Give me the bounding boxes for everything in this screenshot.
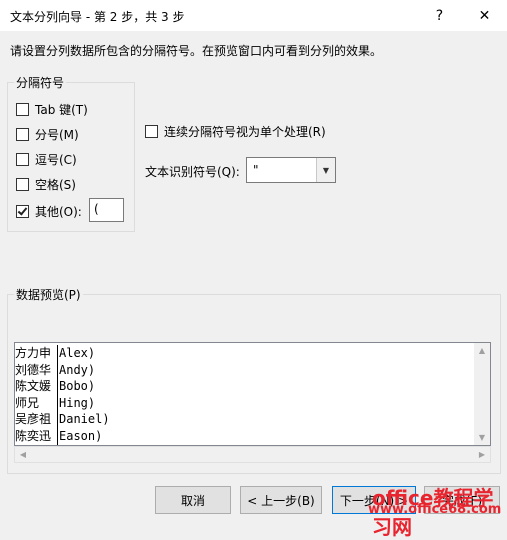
preview-area[interactable]: 方力申 刘德华 陈文媛 师兄 吴彦祖 陈奕迅 Alex) Andy) Bobo)… bbox=[14, 342, 491, 446]
text-qualifier-value: " bbox=[253, 163, 259, 177]
preview-cell: Eason) bbox=[59, 428, 103, 443]
cancel-button[interactable]: 取消 bbox=[155, 486, 231, 514]
scroll-right-icon[interactable]: ▶ bbox=[474, 450, 490, 459]
preview-group-label: 数据预览(P) bbox=[16, 288, 81, 302]
consecutive-checkbox[interactable] bbox=[145, 125, 158, 138]
scroll-down-icon[interactable]: ▼ bbox=[474, 433, 490, 442]
other-checkbox-label: 其他(O): bbox=[35, 205, 82, 219]
text-qualifier-label: 文本识别符号(Q): bbox=[145, 165, 240, 179]
other-delimiter-input[interactable]: ( bbox=[89, 198, 124, 222]
watermark-url: www.office68.com bbox=[368, 502, 502, 517]
window-title: 文本分列向导 - 第 2 步，共 3 步 bbox=[10, 10, 185, 24]
space-checkbox-label: 空格(S) bbox=[35, 178, 76, 192]
semicolon-checkbox-row[interactable]: 分号(M) bbox=[16, 126, 79, 143]
delimiters-group-label: 分隔符号 bbox=[16, 76, 65, 90]
preview-cell: Andy) bbox=[59, 362, 96, 377]
preview-cell: 陈奕迅 bbox=[15, 428, 52, 443]
tab-checkbox-row[interactable]: Tab 键(T) bbox=[16, 101, 88, 118]
scroll-left-icon[interactable]: ◀ bbox=[15, 450, 31, 459]
scroll-up-icon[interactable]: ▲ bbox=[474, 346, 490, 355]
preview-cell: Daniel) bbox=[59, 412, 110, 426]
instruction-text: 请设置分列数据所包含的分隔符号。在预览窗口内可看到分列的效果。 bbox=[10, 44, 383, 58]
preview-cell: 方力申 bbox=[15, 346, 52, 360]
preview-column-2[interactable]: Alex) Andy) Bobo) Hing) Daniel) Eason) bbox=[59, 345, 110, 444]
preview-cell: 陈文媛 bbox=[15, 379, 52, 393]
text-qualifier-select[interactable]: " ▼ bbox=[246, 157, 336, 183]
semicolon-checkbox-label: 分号(M) bbox=[35, 128, 79, 142]
tab-checkbox-label: Tab 键(T) bbox=[35, 103, 88, 117]
other-checkbox[interactable] bbox=[16, 205, 29, 218]
preview-cell: Bobo) bbox=[59, 379, 96, 393]
space-checkbox[interactable] bbox=[16, 178, 29, 191]
preview-cell: 刘德华 bbox=[15, 362, 52, 377]
tab-checkbox[interactable] bbox=[16, 103, 29, 116]
preview-horizontal-scrollbar[interactable]: ◀ ▶ bbox=[14, 446, 491, 463]
comma-checkbox-label: 逗号(C) bbox=[35, 153, 77, 167]
back-button[interactable]: < 上一步(B) bbox=[240, 486, 322, 514]
chevron-down-icon[interactable]: ▼ bbox=[316, 158, 335, 182]
preview-cell: Hing) bbox=[59, 395, 96, 410]
preview-column-1[interactable]: 方力申 刘德华 陈文媛 师兄 吴彦祖 陈奕迅 bbox=[15, 345, 58, 445]
close-button[interactable]: ✕ bbox=[462, 0, 507, 31]
preview-cell: 吴彦祖 bbox=[15, 412, 52, 426]
help-button[interactable]: ? bbox=[417, 0, 462, 31]
consecutive-checkbox-label: 连续分隔符号视为单个处理(R) bbox=[164, 125, 326, 139]
comma-checkbox[interactable] bbox=[16, 153, 29, 166]
comma-checkbox-row[interactable]: 逗号(C) bbox=[16, 151, 77, 168]
consecutive-checkbox-row[interactable]: 连续分隔符号视为单个处理(R) bbox=[145, 123, 326, 140]
space-checkbox-row[interactable]: 空格(S) bbox=[16, 176, 76, 193]
other-checkbox-row[interactable]: 其他(O): bbox=[16, 203, 82, 220]
semicolon-checkbox[interactable] bbox=[16, 128, 29, 141]
preview-vertical-scrollbar[interactable]: ▲ ▼ bbox=[474, 343, 490, 445]
preview-cell: Alex) bbox=[59, 346, 96, 360]
preview-cell: 师兄 bbox=[15, 395, 40, 410]
